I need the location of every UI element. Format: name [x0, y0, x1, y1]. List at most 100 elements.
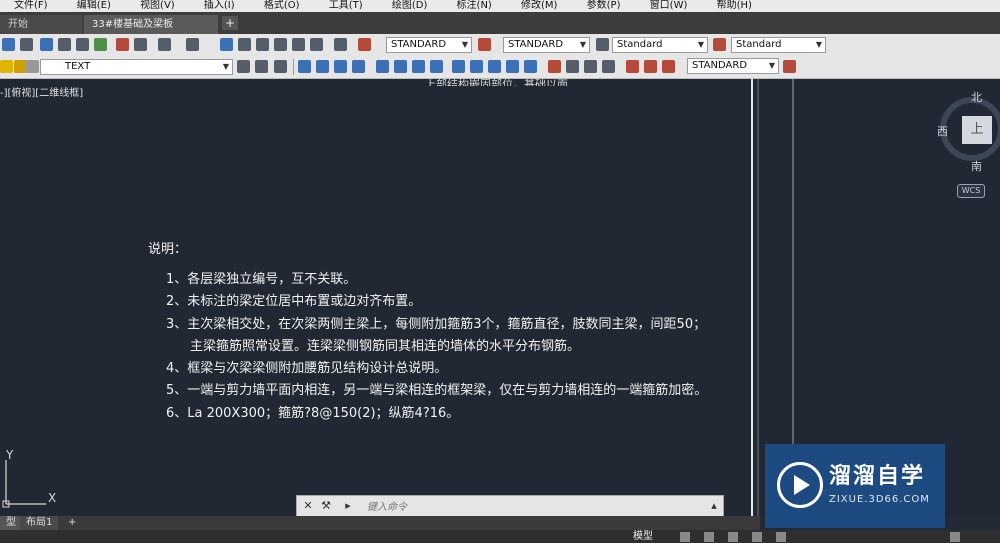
- arc-length-icon[interactable]: [334, 60, 347, 73]
- polar-icon[interactable]: [752, 532, 762, 542]
- help-icon[interactable]: [334, 38, 347, 51]
- ortho-icon[interactable]: [728, 532, 738, 542]
- diameter-dim-icon[interactable]: [412, 60, 425, 73]
- tolerance-icon[interactable]: [548, 60, 561, 73]
- angular-dim-icon[interactable]: [430, 60, 443, 73]
- dim-space-icon[interactable]: [506, 60, 519, 73]
- table-style-icon[interactable]: [596, 38, 609, 51]
- publish-icon[interactable]: [94, 38, 107, 51]
- status-toggles: [660, 532, 980, 542]
- menu-file[interactable]: 文件(F): [14, 0, 48, 11]
- customize-icon[interactable]: [950, 532, 960, 542]
- dim-update-icon[interactable]: [662, 60, 675, 73]
- jogged-dim-icon[interactable]: [394, 60, 407, 73]
- markup-icon[interactable]: [292, 38, 305, 51]
- ordinate-dim-icon[interactable]: [352, 60, 365, 73]
- chevron-down-icon: ▼: [697, 40, 704, 49]
- linear-dim-icon[interactable]: [298, 60, 311, 73]
- jogged-linear-icon[interactable]: [602, 60, 615, 73]
- tab-drawing[interactable]: 33#楼基础及梁板4.15*×: [84, 15, 218, 49]
- layer-previous-icon[interactable]: [255, 60, 268, 73]
- menu-format[interactable]: 格式(O): [264, 0, 300, 11]
- baseline-dim-icon[interactable]: [470, 60, 483, 73]
- menu-parameters[interactable]: 参数(P): [587, 0, 621, 11]
- osnap-icon[interactable]: [776, 532, 786, 542]
- partial-title-text: 上部结构嵌固部位，基础以面: [425, 78, 568, 86]
- chevron-up-icon[interactable]: ▴: [707, 499, 721, 513]
- compass-south[interactable]: 南: [971, 158, 982, 174]
- mleader-style-value: Standard: [736, 39, 782, 50]
- menu-help[interactable]: 帮助(H): [717, 0, 752, 11]
- lightbulb-icon[interactable]: [0, 60, 13, 73]
- grid-icon[interactable]: [680, 532, 690, 542]
- lock-icon[interactable]: [26, 60, 39, 73]
- menu-insert[interactable]: 插入(I): [204, 0, 235, 11]
- mleader-style-select[interactable]: Standard ▼: [731, 37, 826, 53]
- redo-icon[interactable]: [186, 38, 199, 51]
- snap-icon[interactable]: [704, 532, 714, 542]
- viewport-controls[interactable]: -][俯视][二维线框]: [0, 84, 83, 99]
- dim-style-manager-icon[interactable]: [783, 60, 796, 73]
- preview-icon[interactable]: [76, 38, 89, 51]
- mleader-style-icon[interactable]: [713, 38, 726, 51]
- menu-draw[interactable]: 绘图(D): [392, 0, 428, 11]
- tab-start[interactable]: 开始: [0, 15, 82, 34]
- close-icon[interactable]: ✕: [301, 499, 315, 513]
- properties-icon[interactable]: [220, 38, 233, 51]
- viewcube-top[interactable]: 上: [962, 116, 992, 144]
- save-icon[interactable]: [40, 38, 53, 51]
- note-line: 4、框梁与次梁梁侧附加腰筋见结构设计总说明。: [166, 361, 448, 376]
- inspection-icon[interactable]: [584, 60, 597, 73]
- menu-tools[interactable]: 工具(T): [329, 0, 363, 11]
- wrench-icon[interactable]: ⚒: [319, 499, 333, 513]
- tab-layout1[interactable]: 布局1: [20, 516, 59, 530]
- match-properties-icon[interactable]: [134, 38, 147, 51]
- layer-states-icon[interactable]: [274, 60, 287, 73]
- menu-window[interactable]: 窗口(W): [650, 0, 688, 11]
- table-style-select[interactable]: Standard ▼: [612, 37, 708, 53]
- dim-break-icon[interactable]: [524, 60, 537, 73]
- menu-view[interactable]: 视图(V): [140, 0, 175, 11]
- undo-icon[interactable]: [158, 38, 171, 51]
- qnew-icon[interactable]: [2, 38, 15, 51]
- watermark-title: 溜溜自学: [829, 464, 926, 489]
- print-icon[interactable]: [58, 38, 71, 51]
- calculator-icon[interactable]: [310, 38, 323, 51]
- layer-select[interactable]: TEXT ▼: [40, 59, 233, 75]
- command-history-icon[interactable]: ▸: [341, 499, 355, 513]
- sheet-set-icon[interactable]: [274, 38, 287, 51]
- center-mark-icon[interactable]: [566, 60, 579, 73]
- continue-dim-icon[interactable]: [488, 60, 501, 73]
- dim-style-icon[interactable]: [478, 38, 491, 51]
- cut-icon[interactable]: [116, 38, 129, 51]
- menu-edit[interactable]: 编辑(E): [77, 0, 111, 11]
- wcs-menu[interactable]: WCS: [957, 184, 985, 198]
- table-style-value: Standard: [617, 39, 663, 50]
- dim-style-select[interactable]: STANDARD ▼: [503, 37, 590, 53]
- add-layout-button[interactable]: +: [62, 516, 82, 530]
- ucs-x-label: X: [48, 491, 56, 505]
- aligned-dim-icon[interactable]: [316, 60, 329, 73]
- dim-style-value-2: STANDARD: [692, 60, 748, 71]
- tab-model[interactable]: 型: [0, 516, 22, 530]
- dim-edit-icon[interactable]: [626, 60, 639, 73]
- dim-style-select-2[interactable]: STANDARD ▼: [687, 58, 779, 74]
- text-style-icon[interactable]: [358, 38, 371, 51]
- new-tab-button[interactable]: +: [222, 16, 238, 30]
- tool-palettes-icon[interactable]: [256, 38, 269, 51]
- quick-dim-icon[interactable]: [452, 60, 465, 73]
- dim-text-edit-icon[interactable]: [644, 60, 657, 73]
- open-icon[interactable]: [20, 38, 33, 51]
- play-icon: [777, 462, 823, 508]
- menu-dimension[interactable]: 标注(N): [457, 0, 492, 11]
- command-input[interactable]: [365, 498, 709, 516]
- menu-modify[interactable]: 修改(M): [521, 0, 557, 11]
- radius-dim-icon[interactable]: [376, 60, 389, 73]
- model-space-toggle[interactable]: 模型: [633, 530, 653, 543]
- design-center-icon[interactable]: [238, 38, 251, 51]
- compass-north[interactable]: 北: [971, 89, 982, 105]
- text-style-select[interactable]: STANDARD ▼: [386, 37, 472, 53]
- compass-west[interactable]: 西: [937, 123, 948, 139]
- chevron-down-icon: ▼: [815, 40, 822, 49]
- make-current-layer-icon[interactable]: [237, 60, 250, 73]
